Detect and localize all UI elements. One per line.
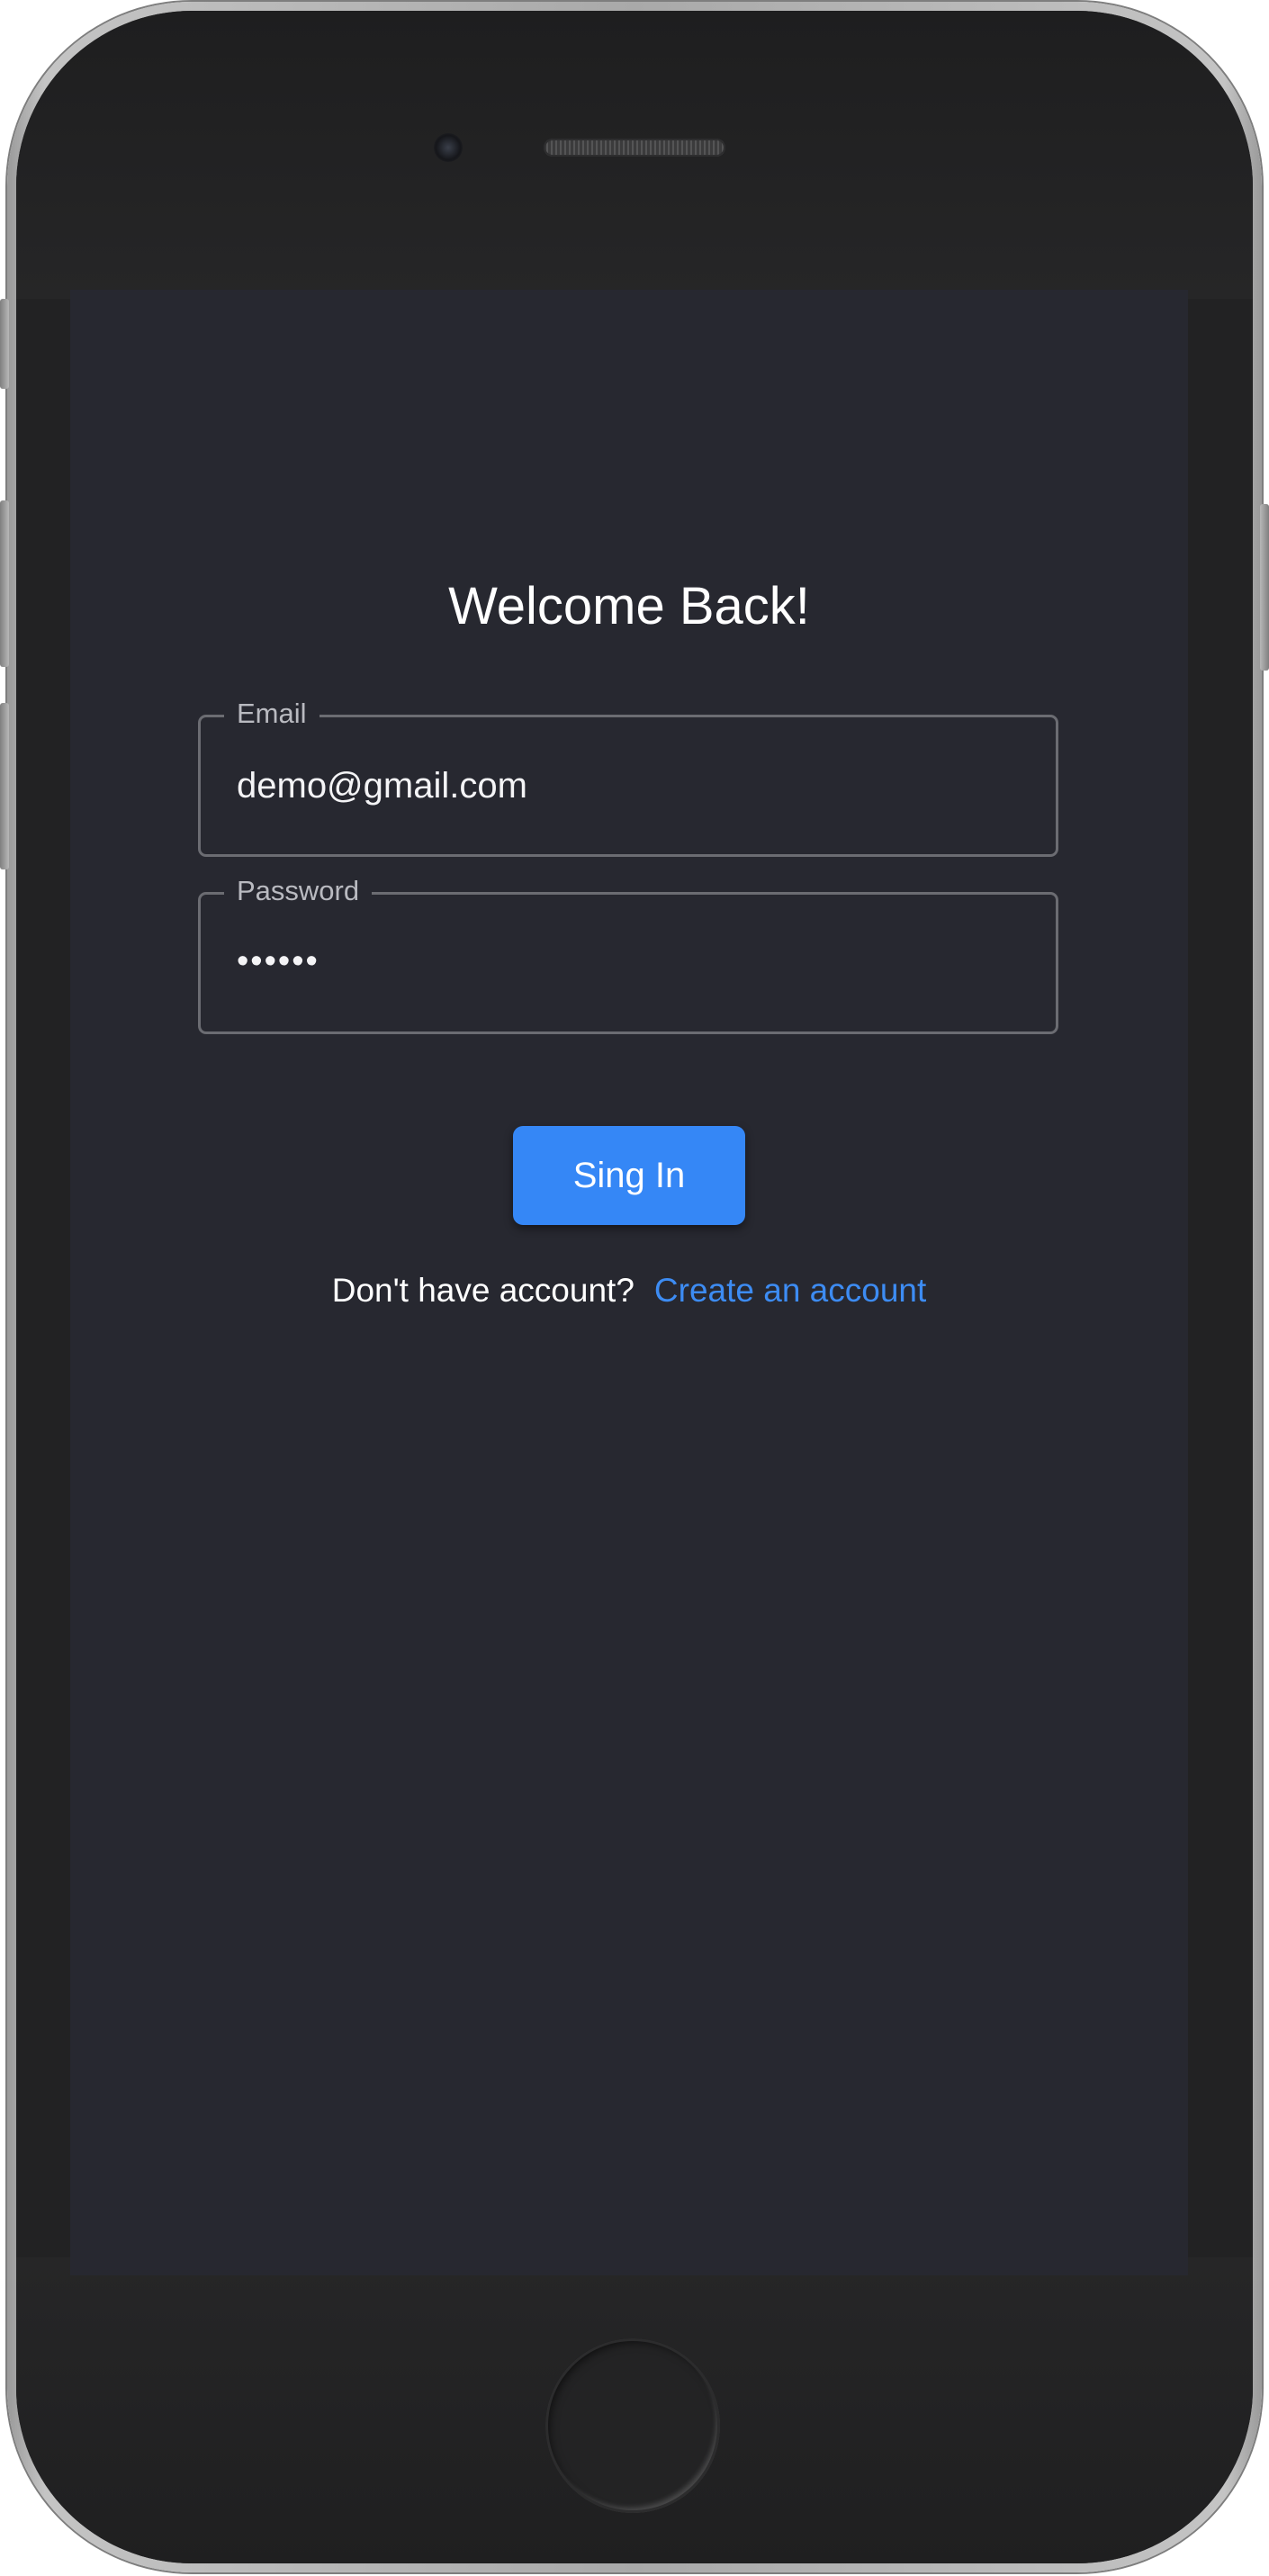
stage: Welcome Back! Email demo@gmail.com Passw…	[0, 0, 1269, 2576]
camera-icon	[434, 133, 463, 162]
page-title: Welcome Back!	[448, 577, 810, 635]
power-button	[1260, 504, 1269, 671]
volume-up-button	[0, 500, 9, 667]
sign-in-button[interactable]: Sing In	[513, 1126, 745, 1225]
create-account-link[interactable]: Create an account	[654, 1272, 926, 1309]
app-screen: Welcome Back! Email demo@gmail.com Passw…	[70, 290, 1188, 2275]
speaker-icon	[544, 139, 725, 157]
password-label: Password	[224, 871, 373, 911]
volume-down-button	[0, 703, 9, 869]
signup-prompt-text: Don't have account?	[331, 1272, 634, 1309]
email-field[interactable]: Email demo@gmail.com	[198, 694, 1058, 857]
email-input[interactable]: demo@gmail.com	[237, 762, 527, 809]
email-label: Email	[224, 694, 320, 734]
home-button-icon[interactable]	[545, 2338, 720, 2513]
signup-prompt-row: Don't have account? Create an account	[70, 1269, 1188, 1312]
password-field[interactable]: Password ••••••	[198, 871, 1058, 1034]
silent-switch	[0, 299, 9, 389]
password-input[interactable]: ••••••	[237, 938, 320, 985]
